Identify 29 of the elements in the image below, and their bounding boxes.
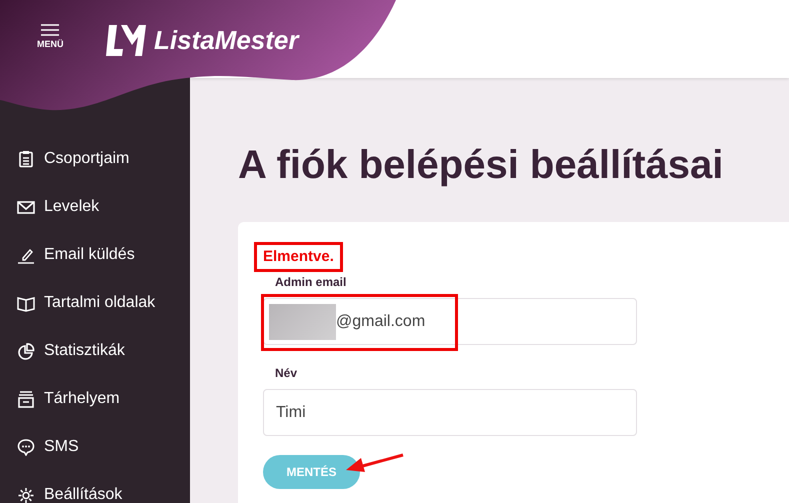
field-value: @gmail.com [336,312,426,332]
pie-chart-icon [17,342,35,360]
field-label: Név [275,365,298,381]
clipboard-icon [17,150,35,168]
chat-bubble-icon [17,438,35,456]
page-title: A fiók belépési beállításai [238,142,724,189]
sidebar-item[interactable]: SMS [17,434,190,460]
sidebar-item[interactable]: Tartalmi oldalak [17,290,190,316]
sidebar-item[interactable]: Email küldés [17,242,190,268]
sidebar-item[interactable]: Levelek [17,194,190,220]
pencil-icon [17,246,35,264]
envelope-icon [17,198,35,216]
sidebar-item[interactable]: Csoportjaim [17,146,190,172]
drawer-icon [17,390,35,408]
sidebar-item[interactable]: Tárhelyem [17,386,190,412]
status-message: Elmentve. [254,242,343,272]
menu-button[interactable]: MENÜ [37,24,64,49]
book-icon [17,294,35,312]
field-label: Admin email [275,274,346,290]
logo-icon [105,23,147,57]
brand-name: ListaMester [154,24,298,57]
menu-icon [41,24,60,36]
field-value: Timi [276,402,306,422]
settings-icon [17,486,35,503]
input-field[interactable]: Timi [263,389,637,436]
sidebar-item[interactable]: Statisztikák [17,338,190,364]
sidebar-item[interactable]: Beállítások [17,482,190,503]
input-field[interactable]: @gmail.com [263,298,637,345]
arrow-annotation [345,453,405,475]
